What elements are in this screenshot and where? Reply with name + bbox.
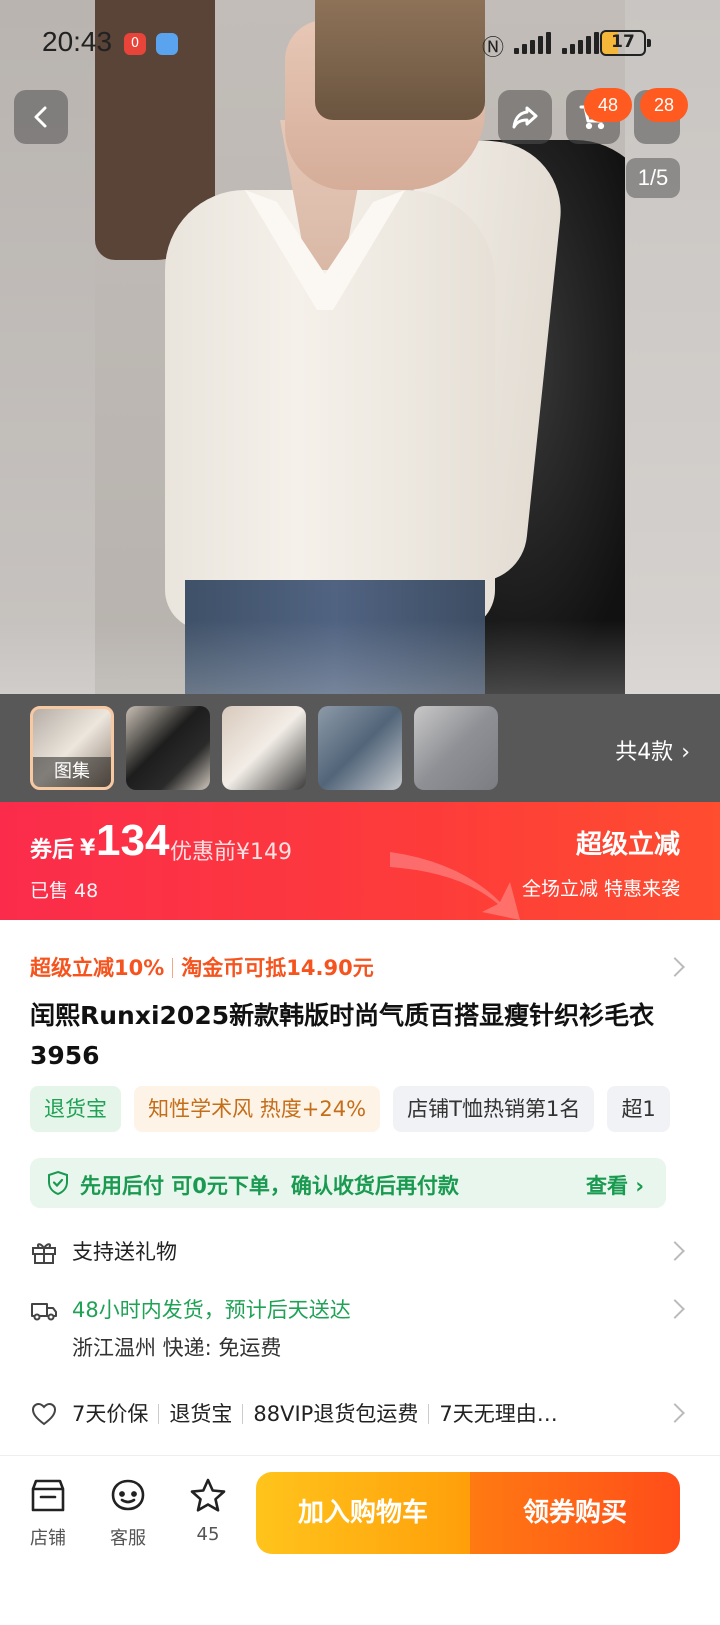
style-thumbnail-strip: 图集 共4款 ›: [0, 694, 720, 802]
promo-subtitle: 全场立减 特惠来袭: [521, 878, 680, 900]
product-title: 闰熙Runxi2025新款韩版时尚气质百搭显瘦针织衫毛衣3956: [30, 1001, 655, 1070]
gift-icon: [32, 1243, 56, 1264]
promo-title: 超级立减: [575, 830, 680, 860]
chevron-right-icon: ›: [681, 740, 690, 765]
chevron-left-icon: [34, 106, 47, 128]
favorite-button[interactable]: 45: [178, 1476, 238, 1545]
more-styles-label: 共4款: [615, 740, 674, 765]
gift-row[interactable]: 支持送礼物: [30, 1236, 680, 1268]
service-item: 7天无理由…: [439, 1402, 558, 1426]
shop-button[interactable]: 店铺: [18, 1476, 78, 1550]
customer-service-icon: [111, 1479, 145, 1511]
service-separator: [428, 1404, 430, 1424]
pay-later-view-label: 查看: [586, 1174, 629, 1198]
pay-later-bar[interactable]: 先用后付 可0元下单，确认收货后再付款 查看 ›: [30, 1158, 666, 1208]
cart-count-badge: 48: [584, 88, 632, 122]
promo-coins: 淘金币可抵14.90元: [181, 956, 374, 980]
signal-icon: [514, 32, 554, 54]
share-button[interactable]: [498, 90, 552, 144]
tag-item[interactable]: 知性学术风 热度+24%: [134, 1086, 381, 1132]
services-list: 7天价保 退货宝 88VIP退货包运费 7天无理由…: [72, 1398, 558, 1428]
shipping-row[interactable]: 48小时内发货，预计后天送达 浙江温州 快递: 免运费: [30, 1294, 680, 1364]
status-time: 20:43: [42, 26, 113, 57]
arrow-decoration-icon: [390, 852, 520, 920]
add-to-cart-button[interactable]: 加入购物车: [256, 1472, 470, 1554]
pay-later-view-link[interactable]: 查看 ›: [586, 1170, 644, 1200]
price-banner: 券后 ¥ 134 优惠前¥149 已售 48 超级立减 全场立减 特惠来袭: [0, 802, 720, 920]
thumbnail-style-gray[interactable]: [414, 706, 498, 790]
truck-icon: [31, 1303, 57, 1321]
service-label: 客服: [110, 1528, 146, 1549]
service-item: 退货宝: [169, 1402, 233, 1426]
bottom-action-bar: 店铺 客服 45 加入购物车 领券购买: [0, 1455, 720, 1625]
price-before-discount: 优惠前¥149: [170, 840, 292, 865]
gift-label: 支持送礼物: [72, 1240, 177, 1264]
thumbnail-style-blue[interactable]: [318, 706, 402, 790]
thumbnail-style-black[interactable]: [126, 706, 210, 790]
tag-item[interactable]: 超1: [607, 1086, 670, 1132]
notification-icon: 0: [124, 33, 146, 55]
heart-shield-icon: [31, 1402, 57, 1426]
more-styles-link[interactable]: 共4款 ›: [615, 734, 690, 766]
after-coupon-label: 券后: [30, 838, 75, 863]
message-count-badge: 28: [640, 88, 688, 122]
service-item: 88VIP退货包运费: [253, 1402, 419, 1426]
status-bar: 20:43 0 Ⓝ 17: [0, 0, 720, 86]
price-value: 134: [96, 816, 170, 865]
back-button[interactable]: [14, 90, 68, 144]
shield-check-icon: [48, 1170, 68, 1196]
favorite-count: 45: [196, 1524, 220, 1545]
promo-discount: 超级立减10%: [30, 956, 165, 980]
pay-later-text: 先用后付 可0元下单，确认收货后再付款: [80, 1174, 459, 1198]
store-icon: [31, 1479, 65, 1512]
share-icon: [512, 106, 538, 129]
shipping-origin: 浙江温州 快递: 免运费: [72, 1336, 282, 1360]
thumbnail-gallery-label: 图集: [33, 757, 111, 787]
nfc-icon: Ⓝ: [482, 36, 505, 61]
shop-label: 店铺: [30, 1528, 66, 1549]
signal-icon-2: [562, 32, 602, 54]
tag-item[interactable]: 退货宝: [30, 1086, 121, 1132]
tag-item[interactable]: 店铺T恤热销第1名: [393, 1086, 595, 1132]
services-row[interactable]: 7天价保 退货宝 88VIP退货包运费 7天无理由…: [30, 1398, 680, 1430]
currency-symbol: ¥: [80, 836, 96, 861]
service-item: 7天价保: [72, 1402, 149, 1426]
service-separator: [158, 1404, 160, 1424]
service-separator: [242, 1404, 244, 1424]
sold-count: 已售 48: [30, 880, 99, 902]
customer-service-button[interactable]: 客服: [98, 1476, 158, 1550]
app-notification-icon: [156, 33, 178, 55]
thumbnail-style-white[interactable]: [222, 706, 306, 790]
promo-divider: [172, 958, 174, 978]
thumbnail-gallery[interactable]: 图集: [30, 706, 114, 790]
image-pager: 1/5: [626, 158, 680, 198]
shipping-time: 48小时内发货，预计后天送达: [72, 1298, 351, 1322]
star-icon: [190, 1478, 226, 1512]
promo-chevron-icon: [665, 957, 685, 977]
buy-with-coupon-button[interactable]: 领券购买: [470, 1472, 680, 1554]
battery-icon: 17: [600, 30, 651, 56]
promo-line[interactable]: 超级立减10% 淘金币可抵14.90元: [30, 952, 374, 982]
tag-list: 退货宝 知性学术风 热度+24% 店铺T恤热销第1名 超1: [30, 1086, 720, 1132]
